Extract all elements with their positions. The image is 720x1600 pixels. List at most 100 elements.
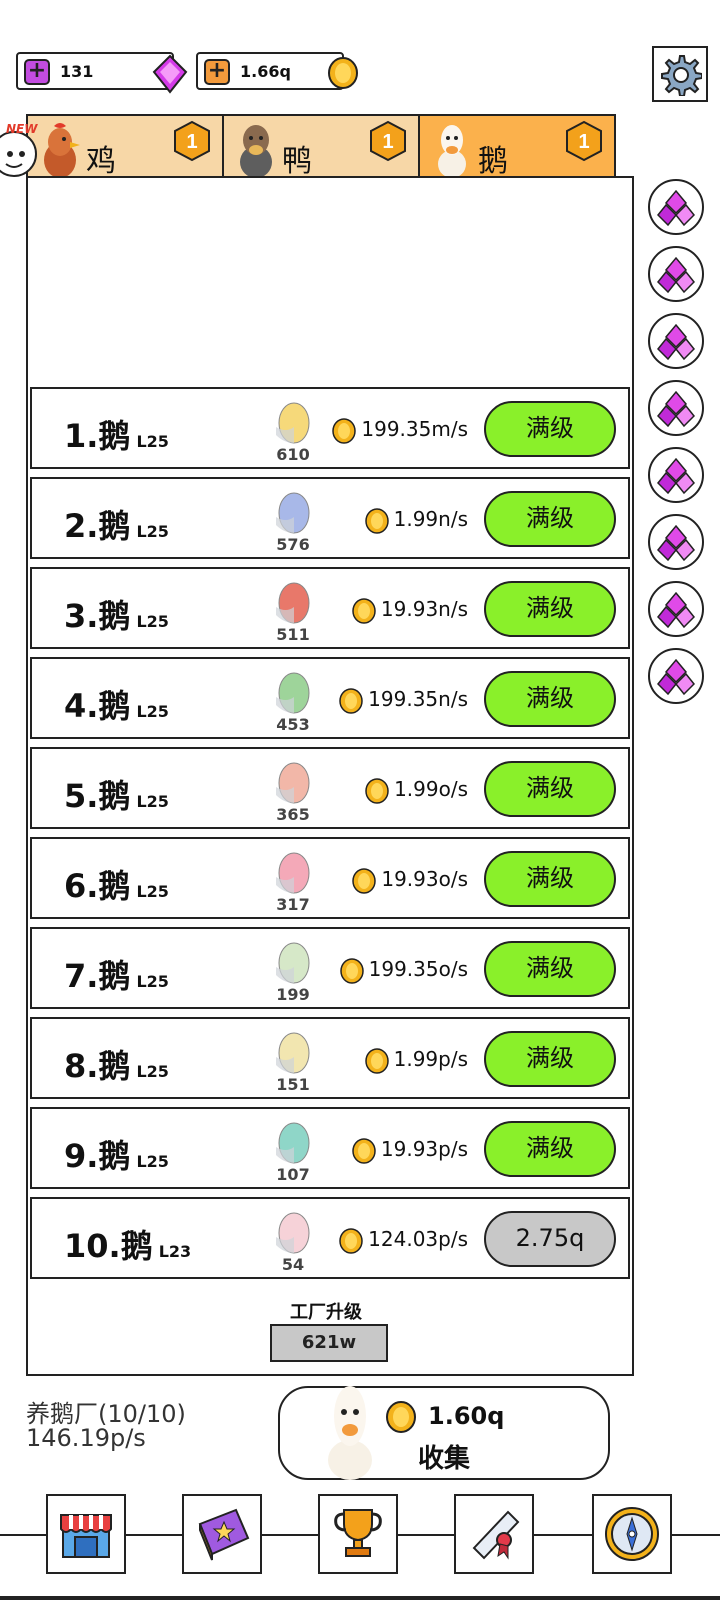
upgrade-row: 3.鹅 L25 511 19.93n/s 满级 — [30, 567, 630, 649]
gem-bonus-button[interactable] — [648, 514, 704, 570]
upgrade-row: 2.鹅 L25 576 1.99n/s 满级 — [30, 477, 630, 559]
level-label: L25 — [136, 1062, 169, 1081]
upgrade-button[interactable]: 满级 — [484, 491, 616, 547]
coin-icon — [365, 777, 389, 804]
collect-label: 收集 — [418, 1444, 471, 1474]
level-badge: 1 — [172, 120, 212, 166]
shop-button[interactable] — [46, 1494, 126, 1574]
upgrade-button[interactable]: 满级 — [484, 401, 616, 457]
upgrade-button[interactable]: 满级 — [484, 1121, 616, 1177]
gem-bonus-button[interactable] — [648, 313, 704, 369]
egg-count: 453 — [276, 715, 310, 734]
duck-icon — [234, 120, 280, 182]
egg-icon — [276, 1122, 310, 1164]
goose-icon — [430, 120, 476, 182]
gem-bonus-button[interactable] — [648, 447, 704, 503]
coin-counter[interactable]: + 1.66q — [196, 52, 358, 90]
gem-pile-icon — [656, 323, 696, 361]
coin-icon — [352, 867, 377, 894]
production-rate: 1.99p/s — [364, 1047, 468, 1074]
production-rate: 19.93n/s — [351, 597, 468, 624]
upgrade-button[interactable]: 满级 — [484, 581, 616, 637]
coin-icon — [326, 56, 360, 94]
level-label: L25 — [136, 1152, 169, 1171]
level-label: L25 — [136, 792, 169, 811]
screen-bottom-edge — [0, 1596, 720, 1600]
compass-icon — [605, 1507, 659, 1561]
scroll-button[interactable] — [454, 1494, 534, 1574]
collect-amount: 1.60q — [428, 1402, 505, 1430]
upgrade-row: 5.鹅 L25 365 1.99o/s 满级 — [30, 747, 630, 829]
gem-bonus-button[interactable] — [648, 380, 704, 436]
gem-bonus-button[interactable] — [648, 581, 704, 637]
factory-upgrade-label: 工厂升级 — [290, 1302, 362, 1323]
tab-duck-label: 鸭 — [282, 144, 312, 179]
egg-count: 54 — [281, 1255, 305, 1274]
gear-icon — [661, 55, 702, 96]
egg-icon — [276, 672, 310, 714]
egg-icon — [276, 492, 310, 534]
level-label: L25 — [136, 972, 169, 991]
egg-icon — [276, 942, 310, 984]
new-tag: NEW — [6, 122, 38, 136]
upgrade-button[interactable]: 满级 — [484, 761, 616, 817]
level-label: L25 — [136, 432, 169, 451]
egg-icon — [276, 402, 310, 444]
trophy-icon — [334, 1509, 382, 1557]
coin-icon — [364, 1047, 389, 1074]
add-gems-icon[interactable]: + — [24, 59, 50, 85]
goose-name: 8.鹅 L25 — [64, 1047, 169, 1085]
coin-icon — [352, 597, 376, 624]
compass-button[interactable] — [592, 1494, 672, 1574]
gem-count: 131 — [60, 62, 94, 81]
upgrade-row: 8.鹅 L25 151 1.99p/s 满级 — [30, 1017, 630, 1099]
level-badge: 1 — [368, 120, 408, 166]
egg-icon — [276, 762, 310, 804]
collect-button[interactable]: 1.60q 收集 — [278, 1386, 610, 1480]
gem-bonus-button[interactable] — [648, 648, 704, 704]
upgrade-button[interactable]: 满级 — [484, 671, 616, 727]
add-coins-icon[interactable]: + — [204, 59, 230, 85]
coin-icon — [339, 957, 364, 984]
trophy-button[interactable] — [318, 1494, 398, 1574]
upgrade-button[interactable]: 满级 — [484, 1031, 616, 1087]
egg-count: 365 — [276, 805, 310, 824]
goose-name: 7.鹅 L25 — [64, 957, 169, 995]
upgrade-button[interactable]: 满级 — [484, 941, 616, 997]
level-badge: 1 — [564, 120, 604, 166]
goose-name: 5.鹅 L25 — [64, 777, 169, 815]
factory-upgrade-button[interactable]: 621w — [270, 1324, 388, 1362]
egg-icon — [276, 1212, 310, 1254]
gem-pile-icon — [656, 390, 696, 428]
tab-chicken[interactable]: 鸡 1 — [26, 114, 224, 179]
production-rate: 19.93o/s — [351, 867, 468, 894]
farm-rate: 146.19p/s — [26, 1424, 146, 1452]
upgrade-button[interactable]: 满级 — [484, 851, 616, 907]
upgrade-button[interactable]: 2.75q — [484, 1211, 616, 1267]
egg-icon — [276, 1032, 310, 1074]
gem-counter[interactable]: + 131 — [16, 52, 188, 94]
book-icon — [198, 1508, 250, 1561]
tab-goose-label: 鹅 — [478, 144, 508, 179]
egg-count: 317 — [276, 895, 310, 914]
goose-name: 4.鹅 L25 — [64, 687, 169, 725]
tab-duck[interactable]: 鸭 1 — [222, 114, 420, 179]
book-button[interactable] — [182, 1494, 262, 1574]
settings-button[interactable] — [652, 46, 708, 102]
level-label: L25 — [136, 882, 169, 901]
gem-bonus-button[interactable] — [648, 246, 704, 302]
coin-icon — [339, 1227, 363, 1254]
coin-icon — [352, 1137, 376, 1164]
egg-count: 576 — [276, 535, 310, 554]
diamond-icon — [150, 54, 190, 98]
gem-bonus-button[interactable] — [648, 179, 704, 235]
egg-count: 610 — [276, 445, 310, 464]
coin-icon — [386, 1401, 416, 1433]
production-rate: 19.93p/s — [351, 1137, 468, 1164]
level-label: L23 — [158, 1242, 192, 1261]
coin-icon — [339, 687, 363, 714]
goose-name: 2.鹅 L25 — [64, 507, 169, 545]
goose-name: 10.鹅 L23 — [64, 1227, 192, 1265]
tab-goose[interactable]: 鹅 1 — [418, 114, 616, 179]
goose-icon — [328, 1386, 372, 1480]
